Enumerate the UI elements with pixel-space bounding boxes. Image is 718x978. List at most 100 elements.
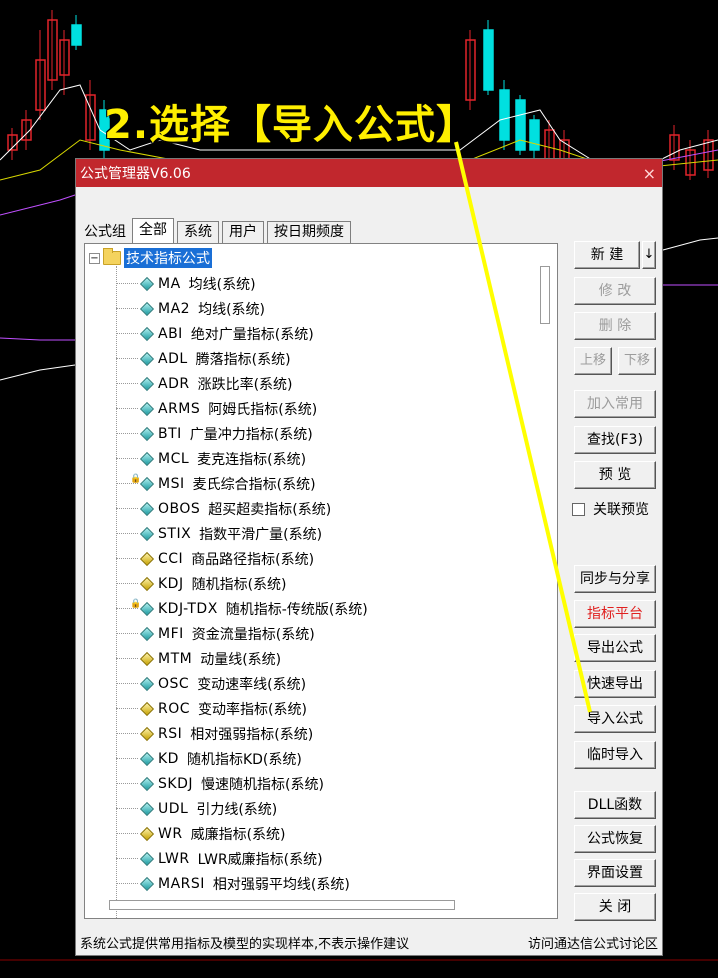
tree-root-node[interactable]: − 技术指标公式 — [89, 248, 212, 268]
formula-code: ABI — [158, 325, 183, 342]
tree-item[interactable]: LWR LWR威廉指标(系统) — [116, 846, 323, 871]
forum-link[interactable]: 访问通达信公式讨论区 — [528, 933, 658, 952]
tab-user[interactable]: 用户 — [222, 221, 264, 243]
quick-export-button[interactable]: 快速导出 — [574, 670, 656, 698]
dialog-title: 公式管理器V6.06 — [80, 166, 191, 182]
formula-gem-icon — [139, 401, 155, 416]
formula-code: MCL — [158, 450, 190, 467]
tree-item[interactable]: ABI 绝对广量指标(系统) — [116, 321, 314, 346]
temporary-import-button[interactable]: 临时导入 — [574, 741, 656, 769]
formula-name: 慢速随机指标(系统) — [200, 776, 324, 793]
new-button[interactable]: 新 建 — [574, 241, 640, 269]
formula-gem-icon — [139, 351, 155, 366]
export-formula-button[interactable]: 导出公式 — [574, 634, 656, 662]
tree-item[interactable]: WR 威廉指标(系统) — [116, 821, 286, 846]
dll-functions-button[interactable]: DLL函数 — [574, 791, 656, 819]
tree-item[interactable]: OSC 变动速率线(系统) — [116, 671, 306, 696]
formula-gem-icon — [139, 651, 155, 666]
formula-code: SKDJ — [158, 775, 193, 792]
add-common-button[interactable]: 加入常用 — [574, 390, 656, 418]
formula-code: ARMS — [158, 400, 201, 417]
tree-item[interactable]: ADL 腾落指标(系统) — [116, 346, 291, 371]
tree-item[interactable]: MCL 麦克连指标(系统) — [116, 446, 306, 471]
import-formula-button[interactable]: 导入公式 — [574, 705, 656, 733]
find-button[interactable]: 查找(F3) — [574, 426, 656, 454]
tree-item[interactable]: KDJ 随机指标(系统) — [116, 571, 287, 596]
formula-code: MA — [158, 275, 181, 292]
formula-gem-icon — [139, 301, 155, 316]
new-dropdown-arrow-icon[interactable]: ↓ — [642, 241, 656, 269]
tree-item[interactable]: BTI 广量冲力指标(系统) — [116, 421, 313, 446]
formula-name: 商品路径指标(系统) — [191, 551, 315, 568]
sync-share-button[interactable]: 同步与分享 — [574, 565, 656, 593]
formula-gem-icon — [139, 876, 155, 891]
formula-code: LWR — [158, 850, 190, 867]
formula-name: 资金流量指标(系统) — [191, 626, 315, 643]
formula-gem-icon — [139, 701, 155, 716]
delete-button[interactable]: 删 除 — [574, 312, 656, 340]
tree-item[interactable]: STIX 指数平滑广量(系统) — [116, 521, 322, 546]
tab-by-date-frequency[interactable]: 按日期频度 — [267, 221, 351, 243]
tree-item[interactable]: MA 均线(系统) — [116, 271, 256, 296]
formula-gem-icon — [139, 576, 155, 591]
tree-item[interactable]: ARMS 阿姆氏指标(系统) — [116, 396, 317, 421]
formula-name: 超买超卖指标(系统) — [208, 501, 332, 518]
tree-item[interactable]: UDL 引力线(系统) — [116, 796, 277, 821]
formula-gem-icon — [139, 826, 155, 841]
preview-button[interactable]: 预 览 — [574, 461, 656, 489]
tree-connector — [116, 783, 138, 784]
moving-average-line — [0, 364, 76, 381]
tree-item[interactable]: ADR 涨跌比率(系统) — [116, 371, 293, 396]
tree-connector — [116, 333, 138, 334]
collapse-icon[interactable]: − — [89, 252, 100, 264]
tree-connector — [116, 758, 138, 759]
formula-name: 随机指标-传统版(系统) — [225, 601, 368, 618]
ui-settings-button[interactable]: 界面设置 — [574, 859, 656, 887]
tree-item[interactable]: ROC 变动率指标(系统) — [116, 696, 307, 721]
formula-gem-icon — [139, 801, 155, 816]
tree-item[interactable]: MTM 动量线(系统) — [116, 646, 281, 671]
formula-gem-icon — [139, 851, 155, 866]
tree-item[interactable]: 🔒 KDJ-TDX 随机指标-传统版(系统) — [116, 596, 368, 621]
tree-item[interactable]: KD 随机指标KD(系统) — [116, 746, 302, 771]
tree-connector — [116, 408, 138, 409]
tree-connector — [116, 808, 138, 809]
formula-gem-icon — [139, 751, 155, 766]
tree-item[interactable]: MFI 资金流量指标(系统) — [116, 621, 315, 646]
formula-code: CCI — [158, 550, 184, 567]
tree-item[interactable]: MARSI 相对强弱平均线(系统) — [116, 871, 350, 896]
candle-body — [499, 89, 510, 141]
link-preview-label: 关联预览 — [593, 502, 649, 518]
formula-name: 涨跌比率(系统) — [197, 376, 293, 393]
formula-code: STIX — [158, 525, 192, 542]
tree-item[interactable]: RSI 相对强弱指标(系统) — [116, 721, 313, 746]
dialog-titlebar[interactable]: 公式管理器V6.06 × — [76, 159, 662, 187]
move-down-button[interactable]: 下移 — [618, 347, 656, 375]
link-preview-option[interactable]: 关联预览 — [572, 499, 649, 519]
close-icon[interactable]: × — [643, 164, 656, 183]
tree-item[interactable]: OBOS 超买超卖指标(系统) — [116, 496, 331, 521]
horizontal-scrollbar-thumb[interactable] — [109, 900, 455, 910]
vertical-scrollbar-thumb[interactable] — [540, 266, 550, 324]
move-up-button[interactable]: 上移 — [574, 347, 612, 375]
tree-connector — [116, 683, 138, 684]
modify-button[interactable]: 修 改 — [574, 277, 656, 305]
tab-all[interactable]: 全部 — [132, 218, 174, 243]
formula-gem-icon — [139, 476, 155, 491]
formula-name: 指数平滑广量(系统) — [199, 526, 323, 543]
moving-average-line — [0, 337, 75, 341]
indicator-platform-button[interactable]: 指标平台 — [574, 600, 656, 628]
tree-root-label: 技术指标公式 — [124, 248, 212, 268]
formula-restore-button[interactable]: 公式恢复 — [574, 825, 656, 853]
tree-item[interactable]: 🔒 MSI 麦氏综合指标(系统) — [116, 471, 316, 496]
tree-item[interactable]: SKDJ 慢速随机指标(系统) — [116, 771, 324, 796]
tree-item[interactable]: MA2 均线(系统) — [116, 296, 265, 321]
tree-item[interactable]: CCI 商品路径指标(系统) — [116, 546, 314, 571]
formula-name: 麦氏综合指标(系统) — [192, 476, 316, 493]
formula-tree[interactable]: − 技术指标公式 MA 均线(系统) MA2 均线(系统) ABI 绝对广量指标(系统) A… — [84, 243, 558, 919]
formula-code: WR — [158, 825, 183, 842]
tab-system[interactable]: 系统 — [177, 221, 219, 243]
formula-name: 均线(系统) — [198, 301, 266, 318]
link-preview-checkbox[interactable] — [572, 502, 585, 516]
close-button[interactable]: 关 闭 — [574, 893, 656, 921]
